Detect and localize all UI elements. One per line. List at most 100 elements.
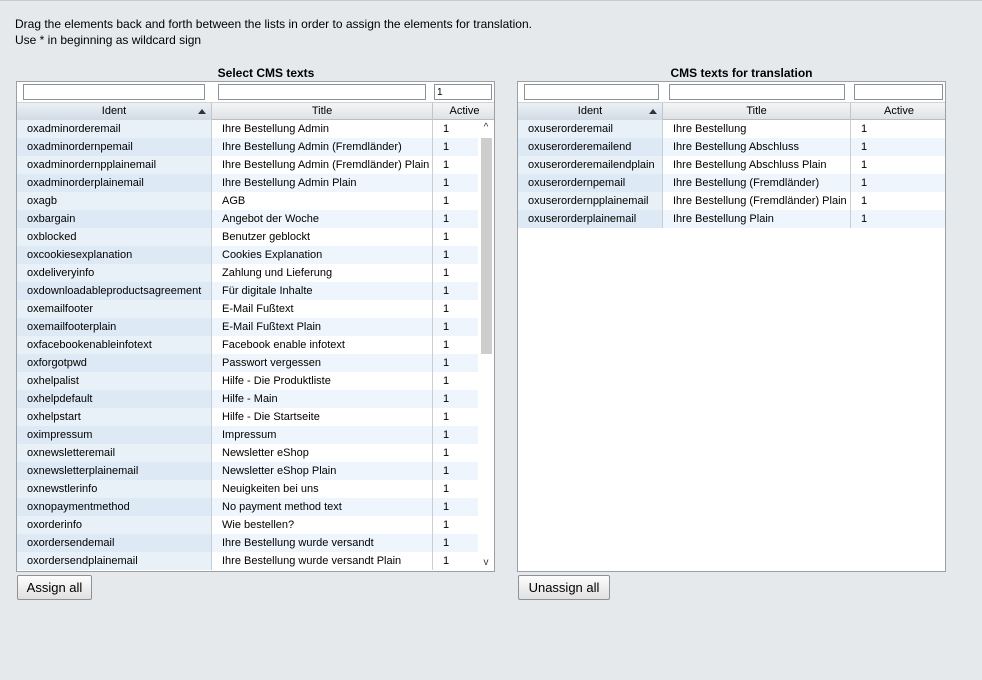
table-row[interactable]: oxnopaymentmethod No payment method text 1	[17, 498, 480, 516]
cell-active: 1	[433, 318, 480, 336]
table-row[interactable]: oxadminorderplainemail Ihre Bestellung Ad…	[17, 174, 480, 192]
cell-title: Zahlung und Lieferung	[212, 264, 433, 282]
cell-title: Ihre Bestellung Admin	[212, 120, 433, 138]
cell-active: 1	[433, 516, 480, 534]
cell-active: 1	[851, 192, 945, 210]
cell-ident: oxuserorderplainemail	[518, 210, 663, 228]
left-header-title[interactable]: Title	[212, 103, 433, 120]
table-row[interactable]: oxuserorderplainemail Ihre Bestellung Pla…	[518, 210, 945, 228]
assign-all-button[interactable]: Assign all	[17, 575, 92, 600]
table-row[interactable]: oxnewsletteremail Newsletter eShop 1	[17, 444, 480, 462]
scroll-down-icon[interactable]: v	[480, 557, 492, 569]
cell-title: Hilfe - Main	[212, 390, 433, 408]
scroll-up-icon[interactable]: ^	[480, 122, 492, 134]
cell-title: Ihre Bestellung Admin (Fremdländer)	[212, 138, 433, 156]
cell-title: Ihre Bestellung wurde versandt	[212, 534, 433, 552]
table-row[interactable]: oxfacebookenableinfotext Facebook enable …	[17, 336, 480, 354]
table-row[interactable]: oxdeliveryinfo Zahlung und Lieferung 1	[17, 264, 480, 282]
cell-ident: oxordersendemail	[17, 534, 212, 552]
table-row[interactable]: oxcookiesexplanation Cookies Explanation 1	[17, 246, 480, 264]
cell-title: Für digitale Inhalte	[212, 282, 433, 300]
table-row[interactable]: oxadminordernpemail Ihre Bestellung Admin…	[17, 138, 480, 156]
right-filter-title[interactable]	[669, 84, 845, 100]
left-scrollbar[interactable]: ^ v	[478, 120, 494, 571]
cell-title: Benutzer geblockt	[212, 228, 433, 246]
cell-ident: oxuserordernpemail	[518, 174, 663, 192]
right-filter-ident[interactable]	[524, 84, 659, 100]
left-filter-active[interactable]	[434, 84, 492, 100]
cell-active: 1	[851, 138, 945, 156]
table-row[interactable]: oxnewstlerinfo Neuigkeiten bei uns 1	[17, 480, 480, 498]
sort-ascending-icon	[649, 109, 657, 114]
left-header-ident[interactable]: Ident	[17, 103, 212, 120]
cell-active: 1	[433, 156, 480, 174]
cell-active: 1	[433, 372, 480, 390]
cell-title: Ihre Bestellung Abschluss	[663, 138, 851, 156]
cell-title: Ihre Bestellung wurde versandt Plain	[212, 552, 433, 570]
cell-ident: oxadminordernpemail	[17, 138, 212, 156]
right-filter-active[interactable]	[854, 84, 943, 100]
cell-ident: oxagb	[17, 192, 212, 210]
cell-active: 1	[433, 228, 480, 246]
right-grid[interactable]: Ident Title Active oxuserorderemail Ihre …	[517, 81, 946, 572]
right-header-active[interactable]: Active	[851, 103, 945, 120]
left-panel-title: Select CMS texts	[217, 66, 315, 80]
table-row[interactable]: oxhelpdefault Hilfe - Main 1	[17, 390, 480, 408]
cell-active: 1	[433, 210, 480, 228]
cell-ident: oxnewsletterplainemail	[17, 462, 212, 480]
left-header-ident-label: Ident	[101, 105, 127, 117]
cell-title: Ihre Bestellung	[663, 120, 851, 138]
table-row[interactable]: oxordersendplainemail Ihre Bestellung wur…	[17, 552, 480, 570]
left-header-active-label: Active	[449, 105, 480, 117]
right-header-ident[interactable]: Ident	[518, 103, 663, 120]
table-row[interactable]: oxbargain Angebot der Woche 1	[17, 210, 480, 228]
table-row[interactable]: oxnewsletterplainemail Newsletter eShop P…	[17, 462, 480, 480]
left-header-title-label: Title	[311, 105, 333, 117]
left-scrollbar-thumb[interactable]	[481, 138, 492, 354]
cell-active: 1	[433, 174, 480, 192]
table-row[interactable]: oxadminorderemail Ihre Bestellung Admin 1	[17, 120, 480, 138]
table-row[interactable]: oxforgotpwd Passwort vergessen 1	[17, 354, 480, 372]
cell-ident: oxdownloadableproductsagreement	[17, 282, 212, 300]
cell-ident: oxhelpalist	[17, 372, 212, 390]
table-row[interactable]: oxemailfooterplain E-Mail Fußtext Plain 1	[17, 318, 480, 336]
cell-title: Newsletter eShop Plain	[212, 462, 433, 480]
right-filter-row	[518, 82, 945, 102]
top-border	[0, 0, 982, 1]
cell-ident: oxadminorderemail	[17, 120, 212, 138]
table-row[interactable]: oxorderinfo Wie bestellen? 1	[17, 516, 480, 534]
cell-ident: oxfacebookenableinfotext	[17, 336, 212, 354]
instructions-line-2: Use * in beginning as wildcard sign	[15, 33, 202, 47]
right-header-title[interactable]: Title	[663, 103, 851, 120]
table-row[interactable]: oxuserorderemail Ihre Bestellung 1	[518, 120, 945, 138]
cell-active: 1	[433, 552, 480, 570]
table-row[interactable]: oxuserorderemailendplain Ihre Bestellung …	[518, 156, 945, 174]
left-filter-title[interactable]	[218, 84, 426, 100]
table-row[interactable]: oxuserorderemailend Ihre Bestellung Absch…	[518, 138, 945, 156]
unassign-all-button[interactable]: Unassign all	[518, 575, 610, 600]
table-row[interactable]: oxhelpstart Hilfe - Die Startseite 1	[17, 408, 480, 426]
left-grid[interactable]: Ident Title Active oxadminorderemailIhre…	[16, 81, 495, 572]
right-header-active-label: Active	[884, 105, 914, 117]
left-header-active[interactable]: Active	[433, 103, 494, 120]
cell-title: Ihre Bestellung Plain	[663, 210, 851, 228]
cell-title: Ihre Bestellung (Fremdländer)	[663, 174, 851, 192]
cell-title: Angebot der Woche	[212, 210, 433, 228]
table-row[interactable]: oxblocked Benutzer geblockt 1	[17, 228, 480, 246]
table-row[interactable]: oxuserordernpplainemail Ihre Bestellung (…	[518, 192, 945, 210]
table-row[interactable]: oxhelpalist Hilfe - Die Produktliste 1	[17, 372, 480, 390]
cell-ident: oxbargain	[17, 210, 212, 228]
cell-title: Cookies Explanation	[212, 246, 433, 264]
table-row[interactable]: oxdownloadableproductsagreement Für digit…	[17, 282, 480, 300]
left-filter-row	[17, 82, 494, 102]
table-row[interactable]: oxuserordernpemail Ihre Bestellung (Fremd…	[518, 174, 945, 192]
table-row[interactable]: oximpressum Impressum 1	[17, 426, 480, 444]
cell-title: AGB	[212, 192, 433, 210]
left-filter-ident[interactable]	[23, 84, 205, 100]
table-row[interactable]: oxagb AGB 1	[17, 192, 480, 210]
cell-ident: oxhelpdefault	[17, 390, 212, 408]
table-row[interactable]: oxadminordernpplainemail Ihre Bestellung …	[17, 156, 480, 174]
table-row[interactable]: oxemailfooter E-Mail Fußtext 1	[17, 300, 480, 318]
table-row[interactable]: oxordersendemail Ihre Bestellung wurde ve…	[17, 534, 480, 552]
cell-title: E-Mail Fußtext	[212, 300, 433, 318]
